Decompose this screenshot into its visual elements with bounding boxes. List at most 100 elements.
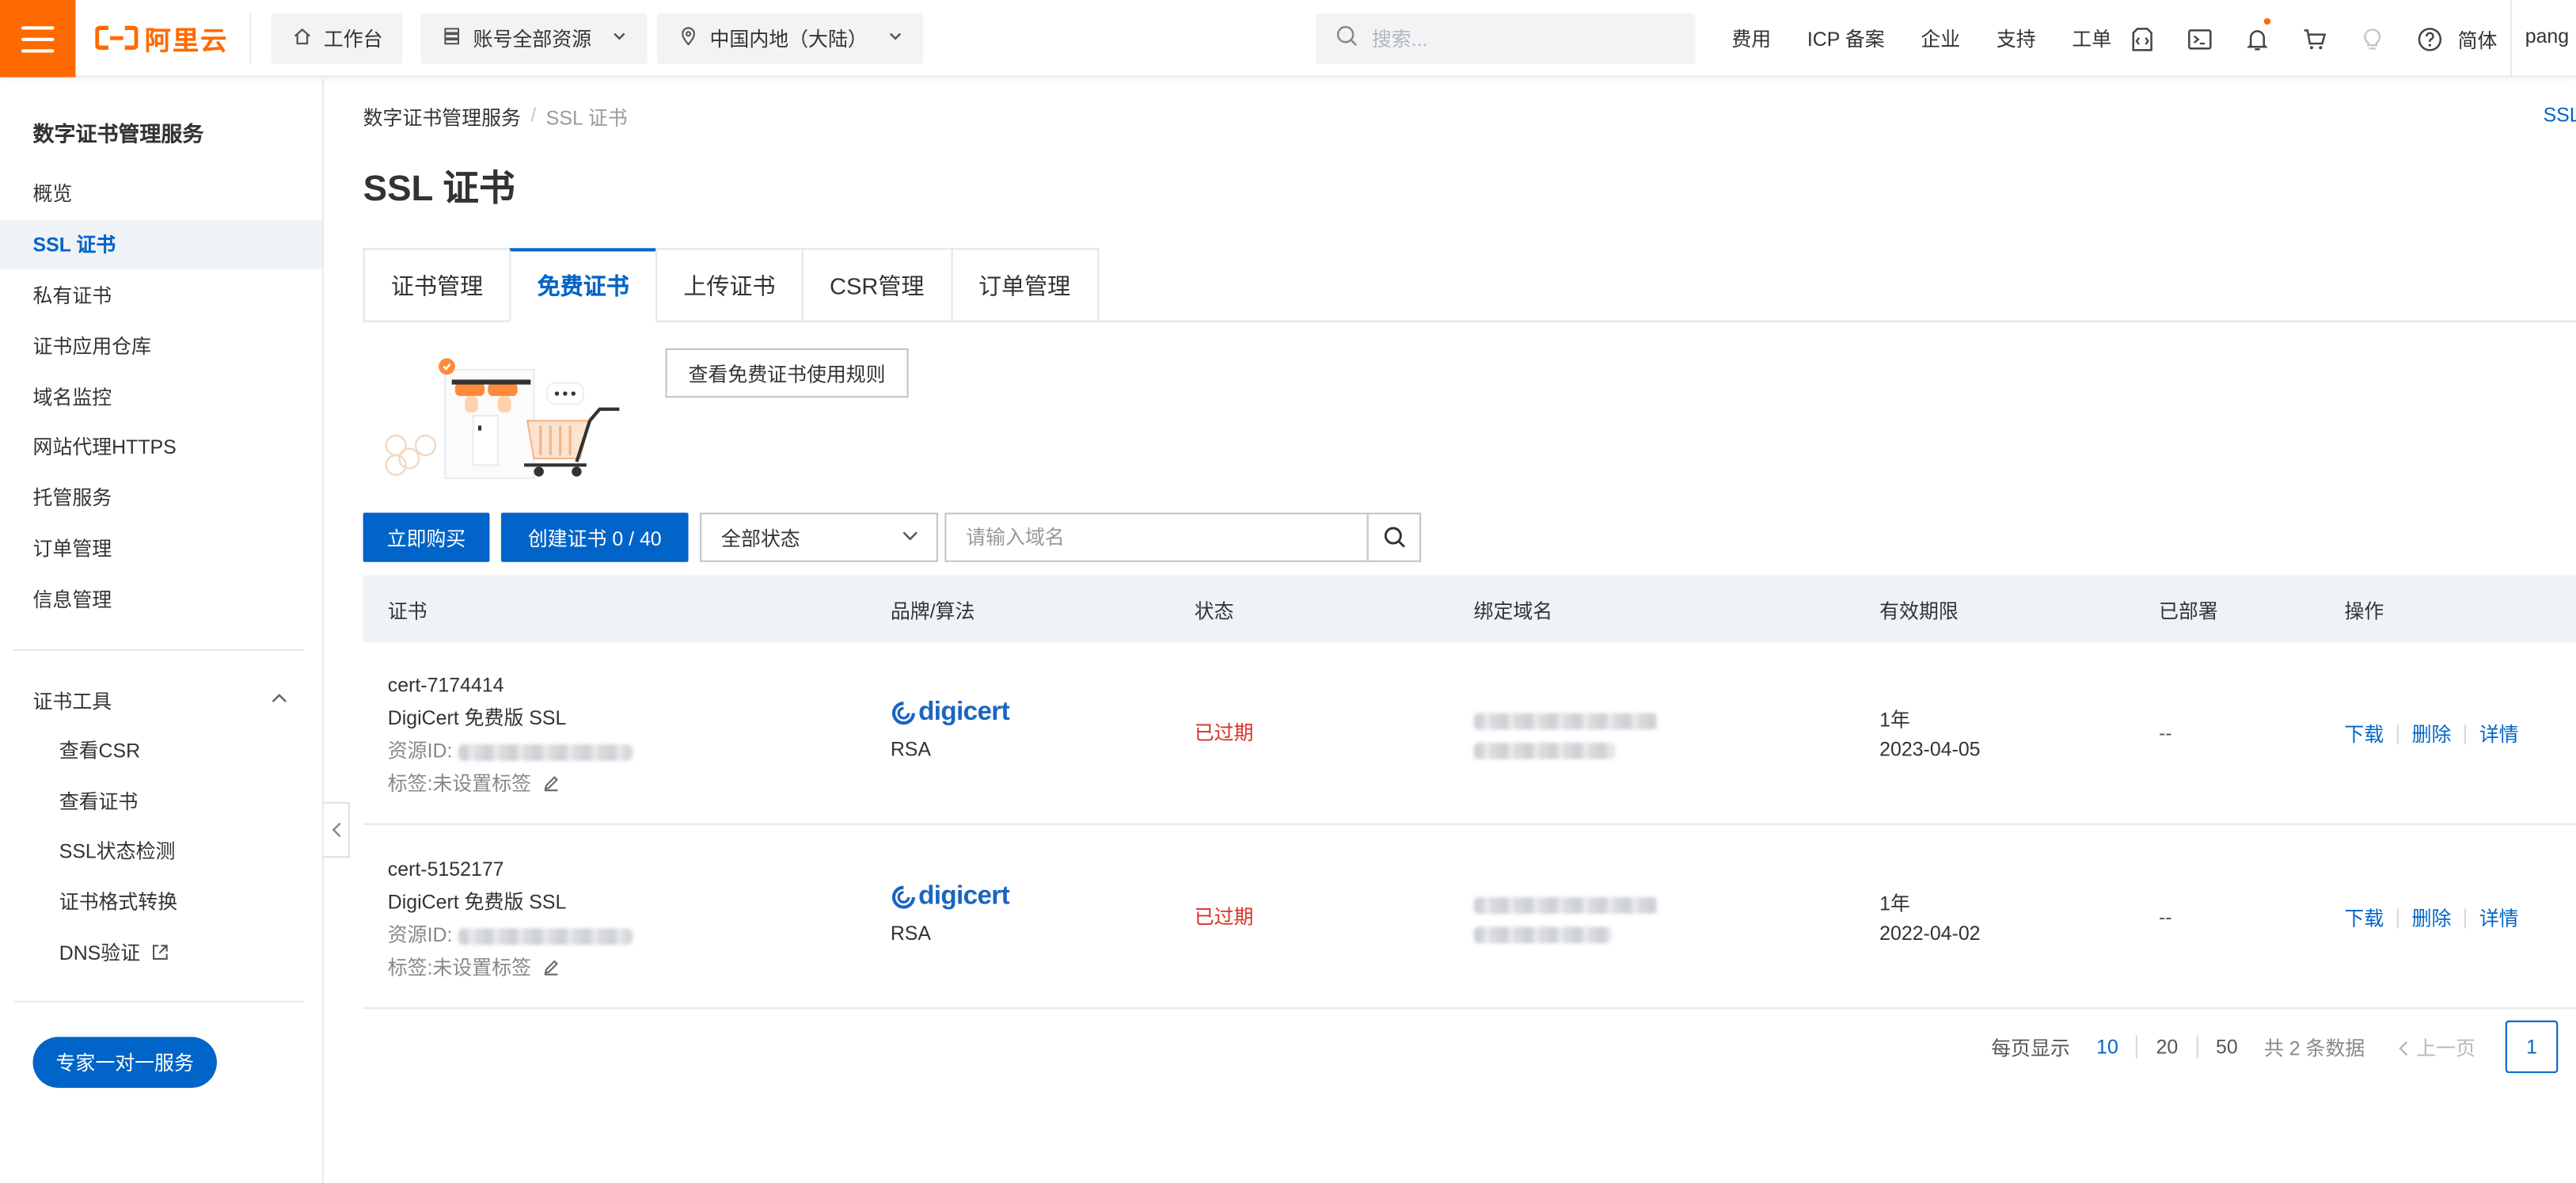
redacted-domain	[1473, 896, 1658, 914]
top-links: 费用 ICP 备案 企业 支持 工单	[1731, 0, 2147, 78]
workbench-button[interactable]: 工作台	[271, 13, 403, 64]
expert-service-button[interactable]: 专家一对一服务	[32, 1037, 217, 1088]
sidebar-group-cert-tools[interactable]: 证书工具	[33, 683, 290, 717]
action-divider	[2464, 907, 2467, 928]
aliyun-logo[interactable]: 阿里云	[95, 20, 228, 56]
validity-cell: 1年 2023-04-05	[1879, 705, 1980, 764]
tab-upload-certificate[interactable]: 上传证书	[655, 248, 802, 322]
bell-icon[interactable]	[2228, 0, 2285, 78]
column-header-domain: 绑定域名	[1473, 599, 1553, 623]
sidebar-item-dns-verify[interactable]: DNS验证	[0, 929, 322, 978]
user-account[interactable]: pang	[2525, 25, 2569, 48]
table-row: cert-5152177 DigiCert 免费版 SSL 资源ID: 标签:未…	[363, 827, 2576, 1010]
tab-cert-management[interactable]: 证书管理	[363, 248, 510, 322]
top-link-billing[interactable]: 费用	[1731, 25, 1771, 52]
tab-free-certificate[interactable]: 免费证书	[509, 248, 656, 322]
prev-page-button[interactable]: 上一页	[2398, 1033, 2475, 1060]
top-link-support[interactable]: 支持	[1997, 25, 2036, 52]
buy-now-button[interactable]: 立即购买	[363, 512, 490, 562]
column-header-status: 状态	[1194, 599, 1234, 623]
notification-dot	[2263, 17, 2271, 25]
location-pin-icon	[677, 26, 700, 51]
sidebar-item-info-management[interactable]: 信息管理	[0, 575, 322, 624]
code-icon[interactable]	[2113, 0, 2171, 78]
cart-icon[interactable]	[2285, 0, 2343, 78]
digicert-logo: digicert	[891, 881, 1010, 914]
page-number-current[interactable]: 1	[2505, 1020, 2559, 1074]
details-link[interactable]: 详情	[2479, 720, 2519, 747]
row-actions: 下载 删除 详情	[2344, 720, 2518, 747]
action-divider	[2396, 907, 2399, 928]
download-link[interactable]: 下载	[2344, 903, 2384, 931]
help-icon[interactable]	[2400, 0, 2458, 78]
sidebar-collapse-handle[interactable]	[323, 801, 351, 858]
column-header-brand: 品牌/算法	[890, 599, 975, 623]
sidebar-item-orders[interactable]: 订单管理	[0, 524, 322, 573]
topbar-divider	[249, 13, 252, 64]
global-search-input[interactable]: 搜索...	[1316, 13, 1696, 64]
top-link-ticket[interactable]: 工单	[2072, 25, 2111, 52]
page-size-option-50[interactable]: 50	[2216, 1035, 2238, 1058]
region-dropdown[interactable]: 中国内地（大陆）	[657, 13, 924, 64]
status-filter-select[interactable]: 全部状态	[700, 512, 938, 562]
bound-domains	[1473, 889, 1658, 949]
sidebar-item-ssl-certificate[interactable]: SSL 证书	[0, 220, 322, 270]
redacted-domain	[1473, 713, 1658, 730]
deployed-count: --	[2158, 721, 2172, 745]
page-size-option-10[interactable]: 10	[2096, 1035, 2118, 1058]
details-link[interactable]: 详情	[2479, 903, 2519, 931]
tab-order-management[interactable]: 订单管理	[950, 248, 1099, 322]
hamburger-menu-icon[interactable]	[0, 0, 76, 78]
breadcrumb-separator: /	[530, 103, 537, 127]
sidebar-item-cert-repository[interactable]: 证书应用仓库	[0, 322, 322, 371]
sidebar-item-ssl-check[interactable]: SSL状态检测	[0, 827, 322, 876]
tag-info[interactable]: 标签:未设置标签	[388, 952, 633, 987]
sidebar-item-format-convert[interactable]: 证书格式转换	[0, 877, 322, 926]
domain-search-button[interactable]	[1366, 512, 1422, 562]
tag-info[interactable]: 标签:未设置标签	[388, 767, 633, 802]
certificate-name: cert-5152177	[387, 858, 504, 881]
create-certificate-button[interactable]: 创建证书 0 / 40	[500, 512, 689, 562]
sidebar-item-domain-monitor[interactable]: 域名监控	[0, 373, 322, 422]
terminal-icon[interactable]	[2170, 0, 2228, 78]
corner-help-link[interactable]: SSL	[2544, 104, 2576, 127]
top-link-icp[interactable]: ICP 备案	[1807, 25, 1885, 52]
sidebar-item-overview[interactable]: 概览	[0, 169, 322, 219]
chevron-down-icon	[900, 525, 920, 550]
sidebar-item-private-certificate[interactable]: 私有证书	[0, 271, 322, 320]
digicert-ring-icon	[891, 702, 915, 725]
sidebar: 数字证书管理服务 概览 SSL 证书 私有证书 证书应用仓库 域名监控 网站代理…	[0, 78, 324, 1183]
page-size-divider	[2136, 1035, 2138, 1059]
lightbulb-icon[interactable]	[2342, 0, 2400, 78]
redacted-domain	[1473, 742, 1616, 759]
validity-period: 1年	[1879, 892, 1910, 915]
domain-search-input[interactable]	[944, 512, 1369, 562]
sidebar-divider	[13, 649, 304, 651]
table-row: cert-7174414 DigiCert 免费版 SSL 资源ID: 标签:未…	[363, 642, 2576, 825]
sidebar-item-view-cert[interactable]: 查看证书	[0, 778, 322, 827]
tab-csr-management[interactable]: CSR管理	[801, 248, 951, 322]
edit-icon[interactable]	[541, 769, 560, 802]
edit-icon[interactable]	[541, 953, 560, 987]
free-cert-rules-button[interactable]: 查看免费证书使用规则	[665, 348, 909, 398]
breadcrumb-root[interactable]: 数字证书管理服务	[363, 104, 521, 131]
sidebar-item-view-csr[interactable]: 查看CSR	[0, 726, 322, 775]
top-link-enterprise[interactable]: 企业	[1921, 25, 1960, 52]
search-icon	[1335, 25, 1358, 52]
resource-scope-dropdown[interactable]: 账号全部资源	[420, 13, 648, 64]
column-header-actions: 操作	[2344, 599, 2384, 623]
resource-id: 资源ID:	[388, 919, 633, 952]
tag-label: 标签:未设置标签	[387, 772, 532, 796]
sidebar-item-hosting[interactable]: 托管服务	[0, 474, 322, 523]
delete-link[interactable]: 删除	[2412, 720, 2452, 747]
column-header-certificate: 证书	[387, 599, 427, 623]
sidebar-divider	[13, 1000, 304, 1002]
download-link[interactable]: 下载	[2344, 720, 2384, 747]
sidebar-item-proxy-https[interactable]: 网站代理HTTPS	[0, 422, 322, 471]
page-size-option-20[interactable]: 20	[2156, 1035, 2179, 1058]
status-expired: 已过期	[1194, 721, 1254, 745]
delete-link[interactable]: 删除	[2412, 903, 2452, 931]
chevron-left-icon	[2399, 1040, 2409, 1056]
top-navigation-bar: 阿里云 工作台 账号全部资源 中国内地（大陆） 搜索... 费用 ICP 备案 …	[0, 0, 2576, 78]
language-switch[interactable]: 简体	[2458, 26, 2498, 54]
